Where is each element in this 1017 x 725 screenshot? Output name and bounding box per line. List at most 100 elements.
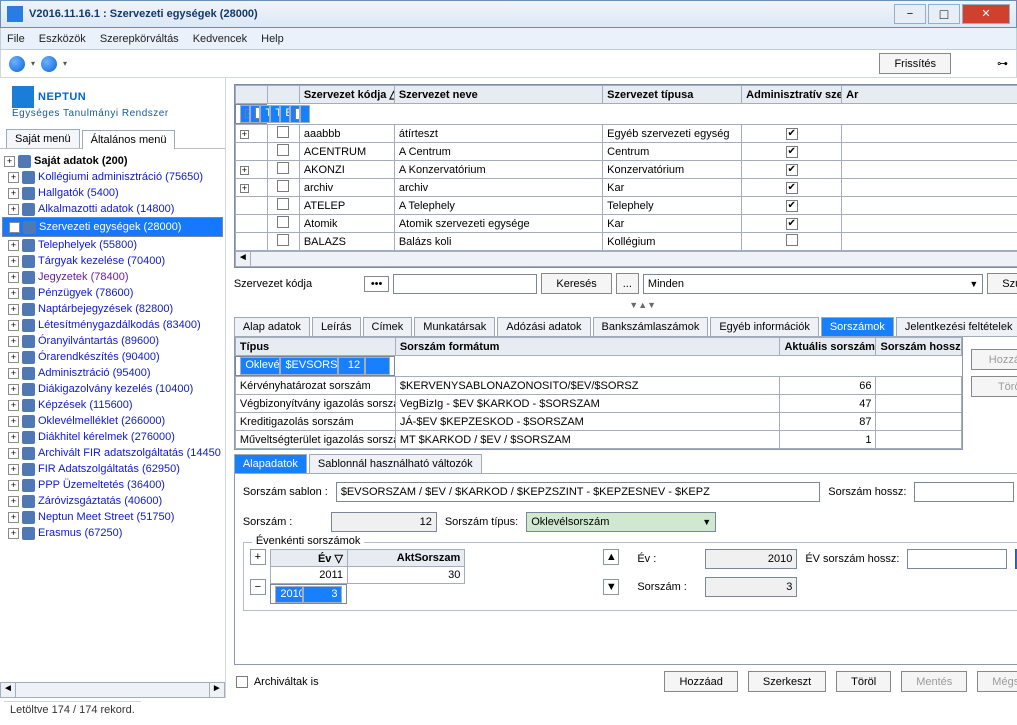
tree-item[interactable]: +Órarendkészítés (90400)	[2, 349, 223, 365]
left-tab-general[interactable]: Általános menü	[82, 130, 176, 149]
grid-row[interactable]: +AKONZIA KonzervatóriumKonzervatórium✔	[235, 161, 1017, 179]
tree-item[interactable]: +PPP Üzemeltetés (36400)	[2, 477, 223, 493]
sorszam-row[interactable]: Kérvényhatározat sorszám$KERVENYSABLONAZ…	[235, 377, 962, 395]
type-field[interactable]: Oklevélsorszám▼	[526, 512, 716, 532]
spin-up[interactable]: ▲	[603, 549, 619, 565]
grid-scroll-left[interactable]: ◄	[235, 251, 251, 267]
cancel-button[interactable]: Mégsem	[977, 671, 1017, 692]
grid-row[interactable]: ATELEPA TelephelyTelephely✔	[235, 197, 1017, 215]
grid-row[interactable]: +archivarchivKar✔	[235, 179, 1017, 197]
tree-item[interactable]: +Szervezeti egységek (28000)	[2, 217, 223, 237]
close-button[interactable]: ✕	[962, 4, 1010, 24]
grid-row[interactable]: ACENTRUMA CentrumCentrum✔	[235, 143, 1017, 161]
tree-item[interactable]: +Diákhitel kérelmek (276000)	[2, 429, 223, 445]
low-tab-vars[interactable]: Sablonnál használható változók	[309, 454, 482, 473]
org-grid[interactable]: Szervezet kódja △Szervezet neveSzervezet…	[235, 85, 1017, 251]
tree-item[interactable]: +Záróvizsgáztatás (40600)	[2, 493, 223, 509]
tree-item[interactable]: +Telephelyek (55800)	[2, 237, 223, 253]
tree-item[interactable]: +Jegyzetek (78400)	[2, 269, 223, 285]
tree-item[interactable]: +Kollégiumi adminisztráció (75650)	[2, 169, 223, 185]
tree-scroll-left[interactable]: ◄	[0, 682, 16, 698]
tree-item[interactable]: +Naptárbejegyzések (82800)	[2, 301, 223, 317]
tree-item[interactable]: +Pénzügyek (78600)	[2, 285, 223, 301]
nav-back-icon[interactable]	[9, 56, 25, 72]
detail-tab[interactable]: Bankszámlaszámok	[593, 317, 709, 336]
grid-row[interactable]: -TETeszt EgyetemEgyetem✔	[235, 104, 267, 124]
detail-tab[interactable]: Alap adatok	[234, 317, 310, 336]
tree-item[interactable]: +FIR Adatszolgáltatás (62950)	[2, 461, 223, 477]
sorszam-row[interactable]: Végbizonyítvány igazolás sorszámVegBizIg…	[235, 395, 962, 413]
menu-roles[interactable]: Szerepkörváltás	[100, 33, 179, 45]
yearlen-field[interactable]	[907, 549, 1007, 569]
tree-item[interactable]: +Archivált FIR adatszolgáltatás (14450	[2, 445, 223, 461]
num-field[interactable]: 12	[331, 512, 437, 532]
year-row[interactable]: 201130	[270, 567, 465, 584]
tree-item[interactable]: +Oklevélmelléklet (266000)	[2, 413, 223, 429]
splitter[interactable]: ▼▲▼	[234, 299, 1017, 311]
tree-item[interactable]: +Létesítménygazdálkodás (83400)	[2, 317, 223, 333]
grid-row[interactable]: BALAZSBalázs koliKollégium	[235, 233, 1017, 251]
ysnum-field[interactable]: 3	[705, 577, 797, 597]
add-button[interactable]: Hozzáad	[664, 671, 737, 692]
sorszam-row[interactable]: Műveltségterület igazolás sorszámMT $KAR…	[235, 431, 962, 449]
tree-item[interactable]: +Diákigazolvány kezelés (10400)	[2, 381, 223, 397]
row-checkbox[interactable]	[277, 180, 289, 192]
tmpl-field[interactable]: $EVSORSZAM / $EV / $KARKOD / $KEPZSZINT …	[336, 482, 820, 502]
nav-fwd-drop[interactable]: ▾	[63, 59, 67, 68]
tree-item[interactable]: +Saját adatok (200)	[2, 153, 223, 169]
row-checkbox[interactable]	[277, 198, 289, 210]
tree-item[interactable]: +Alkalmazotti adatok (14800)	[2, 201, 223, 217]
pin-icon[interactable]: ⊶	[997, 57, 1008, 70]
row-checkbox[interactable]	[277, 216, 289, 228]
grid-row[interactable]: AtomikAtomik szervezeti egységeKar✔	[235, 215, 1017, 233]
year-grid[interactable]: Év ▽AktSorszam20113020103	[270, 549, 466, 604]
archived-checkbox[interactable]	[236, 676, 248, 688]
left-tab-own[interactable]: Saját menü	[6, 129, 80, 148]
del-button[interactable]: Töröl	[836, 671, 891, 692]
side-del-button[interactable]: Töröl	[971, 376, 1017, 397]
low-tab-alap[interactable]: Alapadatok	[234, 454, 307, 473]
filter-dots-button[interactable]: •••	[364, 276, 390, 292]
row-checkbox[interactable]	[277, 126, 289, 138]
menu-help[interactable]: Help	[261, 33, 284, 45]
tree-item[interactable]: +Tárgyak kezelése (70400)	[2, 253, 223, 269]
menu-favs[interactable]: Kedvencek	[193, 33, 247, 45]
maximize-button[interactable]: □	[928, 4, 960, 24]
year-field[interactable]: 2010	[705, 549, 797, 569]
filter-select[interactable]: Minden▼	[643, 274, 983, 294]
nav-tree[interactable]: +Saját adatok (200)+Kollégiumi adminiszt…	[0, 149, 225, 682]
year-row[interactable]: 20103	[270, 584, 347, 604]
more-button[interactable]: ...	[616, 273, 639, 294]
menu-tools[interactable]: Eszközök	[39, 33, 86, 45]
detail-tab[interactable]: Leírás	[312, 317, 361, 336]
year-del-button[interactable]: −	[250, 579, 266, 595]
save-button[interactable]: Mentés	[901, 671, 967, 692]
detail-tab[interactable]: Adózási adatok	[497, 317, 590, 336]
nav-fwd-icon[interactable]	[41, 56, 57, 72]
sorszam-row[interactable]: Kreditigazolás sorszámJÁ-$EV $KEPZESKOD …	[235, 413, 962, 431]
sorszam-row[interactable]: Oklevélsorszám$EVSORSZAM / $EV / $KARKOD…	[235, 356, 395, 376]
edit-button[interactable]: Szerkeszt	[748, 671, 826, 692]
filter-button[interactable]: Szűrés	[987, 273, 1017, 294]
row-checkbox[interactable]	[277, 162, 289, 174]
filter-input[interactable]	[393, 274, 537, 294]
tree-item[interactable]: +Óranyilvántartás (89600)	[2, 333, 223, 349]
len-field[interactable]	[914, 482, 1014, 502]
refresh-button[interactable]: Frissítés	[879, 53, 951, 74]
detail-tab[interactable]: Sorszámok	[821, 317, 894, 336]
detail-tab[interactable]: Jelentkezési feltételek	[896, 317, 1017, 336]
nav-back-drop[interactable]: ▾	[31, 59, 35, 68]
tree-item[interactable]: +Hallgatók (5400)	[2, 185, 223, 201]
tree-item[interactable]: +Neptun Meet Street (51750)	[2, 509, 223, 525]
tree-item[interactable]: +Adminisztráció (95400)	[2, 365, 223, 381]
side-add-button[interactable]: Hozzáad	[971, 349, 1017, 370]
search-button[interactable]: Keresés	[541, 273, 611, 294]
detail-tab[interactable]: Egyéb információk	[710, 317, 819, 336]
row-checkbox[interactable]	[277, 144, 289, 156]
year-add-button[interactable]: +	[250, 549, 266, 565]
detail-tab[interactable]: Munkatársak	[414, 317, 495, 336]
tree-scroll-right[interactable]: ►	[209, 682, 225, 698]
row-checkbox[interactable]	[277, 234, 289, 246]
tree-item[interactable]: +Képzések (115600)	[2, 397, 223, 413]
menu-file[interactable]: File	[7, 33, 25, 45]
